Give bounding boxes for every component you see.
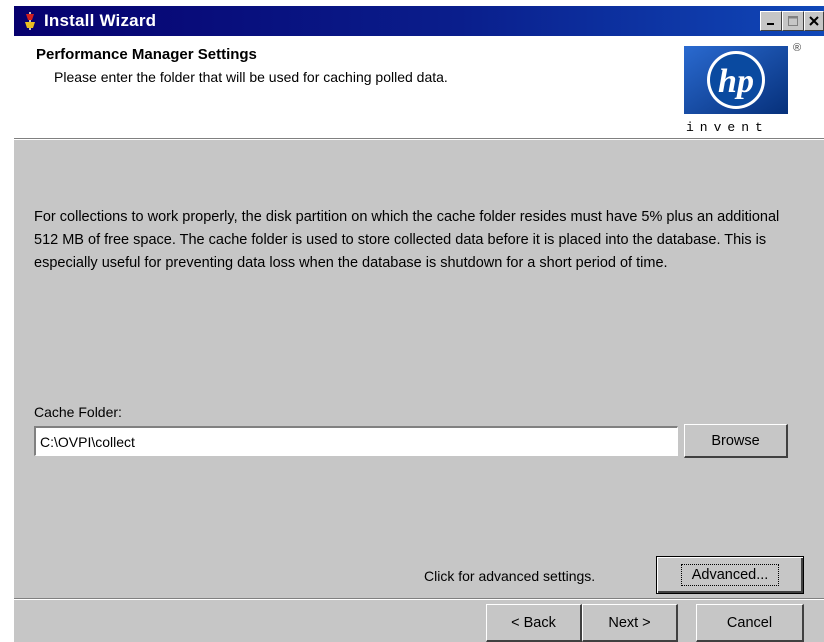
page-subtitle: Please enter the folder that will be use… xyxy=(54,69,448,85)
cancel-button[interactable]: Cancel xyxy=(696,604,804,642)
advanced-button-label: Advanced... xyxy=(680,564,780,586)
install-wizard-window: Install Wizard Performance Manager Setti… xyxy=(14,6,824,642)
hp-logo-text: hp xyxy=(718,63,754,100)
title-bar[interactable]: Install Wizard xyxy=(14,6,824,36)
footer-divider-highlight xyxy=(14,599,824,600)
maximize-icon xyxy=(788,16,798,26)
next-button[interactable]: Next > xyxy=(582,604,678,642)
advanced-button[interactable]: Advanced... xyxy=(656,556,804,594)
cache-folder-input[interactable] xyxy=(34,426,678,456)
page-title: Performance Manager Settings xyxy=(36,46,257,63)
hp-logo-icon: hp xyxy=(684,46,788,114)
hp-tagline: invent xyxy=(686,120,769,135)
header-divider-highlight xyxy=(14,139,824,140)
minimize-button[interactable] xyxy=(760,11,782,31)
window-title: Install Wizard xyxy=(44,11,157,30)
cache-folder-label: Cache Folder: xyxy=(34,404,122,420)
close-icon xyxy=(809,16,819,26)
installer-icon xyxy=(25,12,35,30)
close-button[interactable] xyxy=(804,11,824,31)
advanced-hint: Click for advanced settings. xyxy=(424,568,596,584)
browse-button[interactable]: Browse xyxy=(684,424,788,458)
maximize-button[interactable] xyxy=(782,11,804,31)
back-button[interactable]: < Back xyxy=(486,604,582,642)
minimize-icon xyxy=(767,23,774,25)
cache-description: For collections to work properly, the di… xyxy=(34,209,780,271)
registered-mark: ® xyxy=(793,42,802,54)
wizard-header: Performance Manager Settings Please ente… xyxy=(14,36,824,138)
